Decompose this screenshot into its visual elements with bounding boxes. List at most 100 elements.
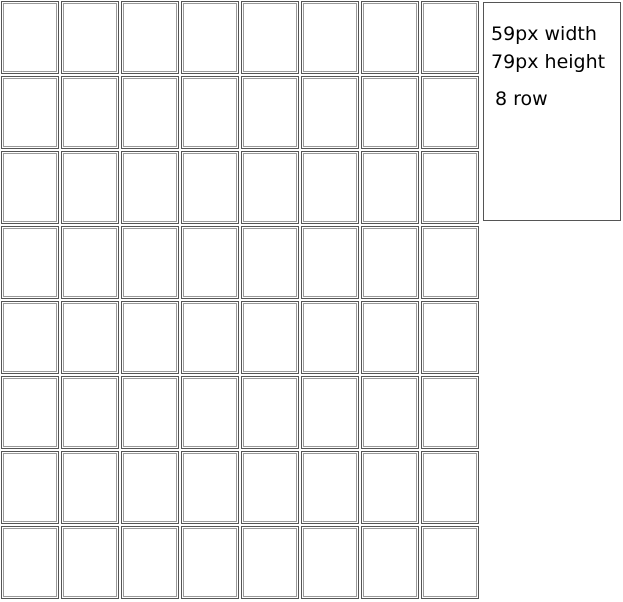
grid-cell (240, 75, 300, 150)
note-height-text: 79px height (491, 51, 606, 73)
grid-cell (120, 150, 180, 225)
grid-cell-frame (121, 301, 179, 374)
grid-cell-frame (61, 151, 119, 224)
grid-cell (240, 525, 300, 600)
grid-cell-frame (1, 376, 59, 449)
grid-cell (180, 75, 240, 150)
grid-cell-frame (241, 451, 299, 524)
grid-cell (240, 150, 300, 225)
grid-cell-frame (181, 526, 239, 599)
grid-cell (180, 525, 240, 600)
grid-cell (360, 0, 420, 75)
grid-cell (60, 375, 120, 450)
grid-cell-frame (301, 451, 359, 524)
grid-cell (300, 525, 360, 600)
grid-cell (360, 150, 420, 225)
grid-cell-frame (241, 301, 299, 374)
grid-cell (420, 300, 480, 375)
grid-cell-frame (181, 376, 239, 449)
grid-cell-frame (181, 76, 239, 149)
grid-cell (180, 450, 240, 525)
grid-cell-frame (301, 376, 359, 449)
grid-cell-frame (1, 301, 59, 374)
grid-cell (0, 0, 60, 75)
grid-cell (180, 0, 240, 75)
grid-cell-frame (361, 1, 419, 74)
grid-cell-frame (421, 301, 479, 374)
grid-cell (60, 300, 120, 375)
grid-cell-frame (421, 376, 479, 449)
grid-cell-frame (241, 526, 299, 599)
grid-cell-frame (301, 76, 359, 149)
grid-cell (240, 375, 300, 450)
dimension-note-box: 59px width 79px height 8 row (483, 2, 621, 221)
grid-cell-frame (61, 1, 119, 74)
grid-cell-frame (181, 226, 239, 299)
grid-cell-frame (61, 376, 119, 449)
grid-cell (300, 150, 360, 225)
grid-cell (0, 300, 60, 375)
grid-cell (420, 525, 480, 600)
grid-cell-frame (61, 226, 119, 299)
grid-cell (420, 375, 480, 450)
grid-cell (360, 375, 420, 450)
grid-cell-frame (421, 526, 479, 599)
grid-cell (0, 375, 60, 450)
grid-cell (120, 75, 180, 150)
grid-cell-frame (361, 301, 419, 374)
grid-cell-frame (361, 151, 419, 224)
grid-cell (120, 375, 180, 450)
grid-cell-frame (361, 451, 419, 524)
grid-cell (240, 0, 300, 75)
grid-cell (420, 150, 480, 225)
grid-cell (240, 450, 300, 525)
grid-cell (420, 450, 480, 525)
grid-cell-frame (241, 1, 299, 74)
grid-cell (360, 75, 420, 150)
grid-cell-frame (61, 526, 119, 599)
grid-cell (420, 225, 480, 300)
grid-cell (60, 0, 120, 75)
grid-cell-frame (1, 1, 59, 74)
grid-cell-frame (421, 1, 479, 74)
grid-cell-frame (241, 376, 299, 449)
grid-cell (360, 525, 420, 600)
grid-cell-frame (301, 1, 359, 74)
grid-cell-frame (121, 1, 179, 74)
grid-cell-frame (181, 301, 239, 374)
grid-cell-frame (301, 226, 359, 299)
grid-cell (180, 150, 240, 225)
grid-cell (120, 450, 180, 525)
grid-cell-frame (1, 151, 59, 224)
grid-cell (180, 300, 240, 375)
grid-cell (60, 75, 120, 150)
grid-cell-frame (1, 76, 59, 149)
grid-cell-frame (421, 76, 479, 149)
grid-cell-frame (421, 151, 479, 224)
grid-cell-frame (301, 301, 359, 374)
grid-cell (300, 0, 360, 75)
grid-cell (0, 150, 60, 225)
note-width-text: 59px width (491, 23, 597, 45)
grid-cell (300, 450, 360, 525)
grid-cell-frame (61, 76, 119, 149)
grid-cell (60, 150, 120, 225)
grid-cell-frame (361, 526, 419, 599)
grid-cell (360, 300, 420, 375)
grid-cell (420, 0, 480, 75)
grid-cell (120, 225, 180, 300)
grid-cell-frame (241, 226, 299, 299)
grid-cell-frame (181, 1, 239, 74)
grid-cell (120, 525, 180, 600)
grid-cell (240, 300, 300, 375)
grid-cell (0, 75, 60, 150)
grid-cell-frame (121, 526, 179, 599)
grid-cell (300, 300, 360, 375)
grid-cell-frame (241, 76, 299, 149)
grid-cell-frame (421, 451, 479, 524)
cell-grid (0, 0, 482, 602)
grid-cell-frame (121, 151, 179, 224)
note-row-text: 8 row (495, 88, 548, 110)
grid-cell (360, 225, 420, 300)
grid-cell (180, 375, 240, 450)
